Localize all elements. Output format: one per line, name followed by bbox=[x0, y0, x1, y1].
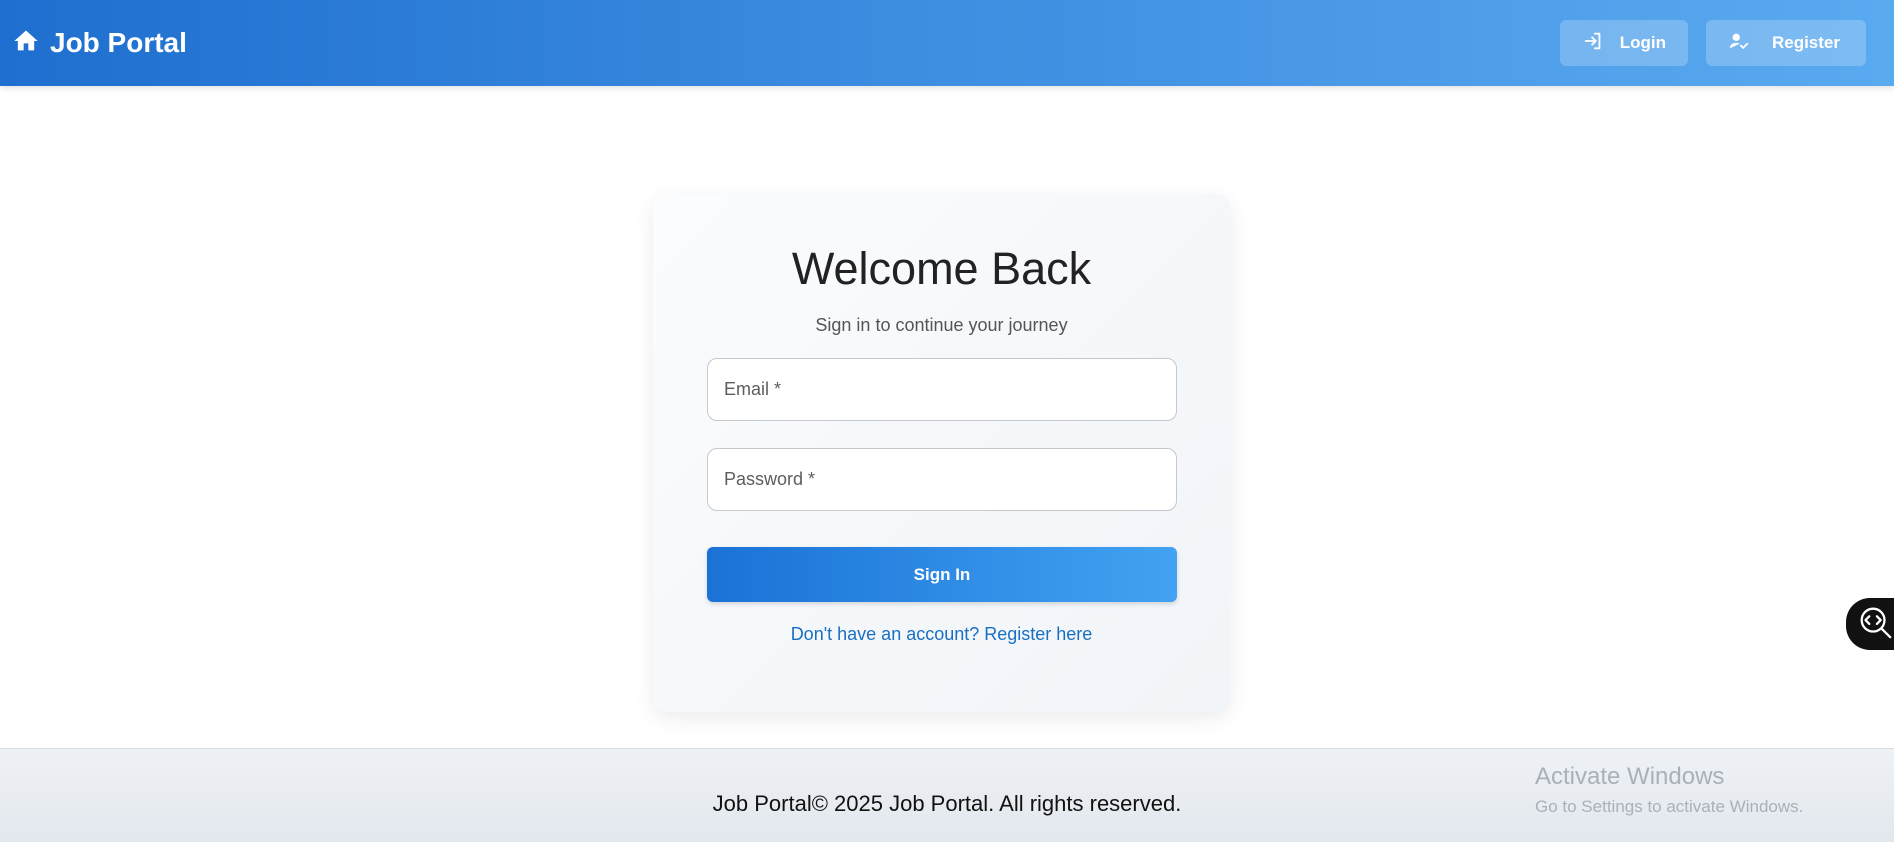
register-label: Register bbox=[1771, 33, 1840, 52]
brand-title: Job Portal bbox=[50, 27, 187, 58]
login-label: Login bbox=[1619, 33, 1666, 52]
email-field-wrapper bbox=[707, 358, 1177, 421]
login-icon bbox=[1582, 30, 1604, 57]
brand-link[interactable]: Job Portal bbox=[12, 27, 187, 60]
password-field-wrapper bbox=[707, 448, 1177, 511]
devtools-widget[interactable] bbox=[1846, 598, 1894, 650]
page: Job Portal Login Register Welcome Back S… bbox=[0, 0, 1894, 842]
windows-activation-watermark: Activate Windows Go to Settings to activ… bbox=[1535, 763, 1803, 817]
card-subtitle: Sign in to continue your journey bbox=[815, 315, 1068, 335]
register-button[interactable]: Register bbox=[1705, 20, 1866, 66]
register-link[interactable]: Don't have an account? Register here bbox=[707, 624, 1176, 645]
email-field[interactable] bbox=[724, 379, 1160, 400]
login-button[interactable]: Login bbox=[1559, 20, 1688, 66]
user-check-icon bbox=[1728, 30, 1750, 57]
sign-in-button[interactable]: Sign In bbox=[707, 547, 1177, 602]
home-icon bbox=[12, 27, 40, 60]
code-search-icon bbox=[1856, 603, 1894, 646]
password-field[interactable] bbox=[724, 469, 1160, 490]
watermark-title: Activate Windows bbox=[1535, 763, 1725, 790]
card-title: Welcome Back bbox=[791, 243, 1092, 294]
watermark-subtitle: Go to Settings to activate Windows. bbox=[1535, 797, 1804, 816]
app-header: Job Portal Login Register bbox=[0, 0, 1894, 86]
page-footer: Job Portal© 2025 Job Portal. All rights … bbox=[0, 748, 1894, 842]
header-nav: Login Register bbox=[1559, 20, 1866, 66]
login-card: Welcome Back Sign in to continue your jo… bbox=[653, 194, 1230, 712]
